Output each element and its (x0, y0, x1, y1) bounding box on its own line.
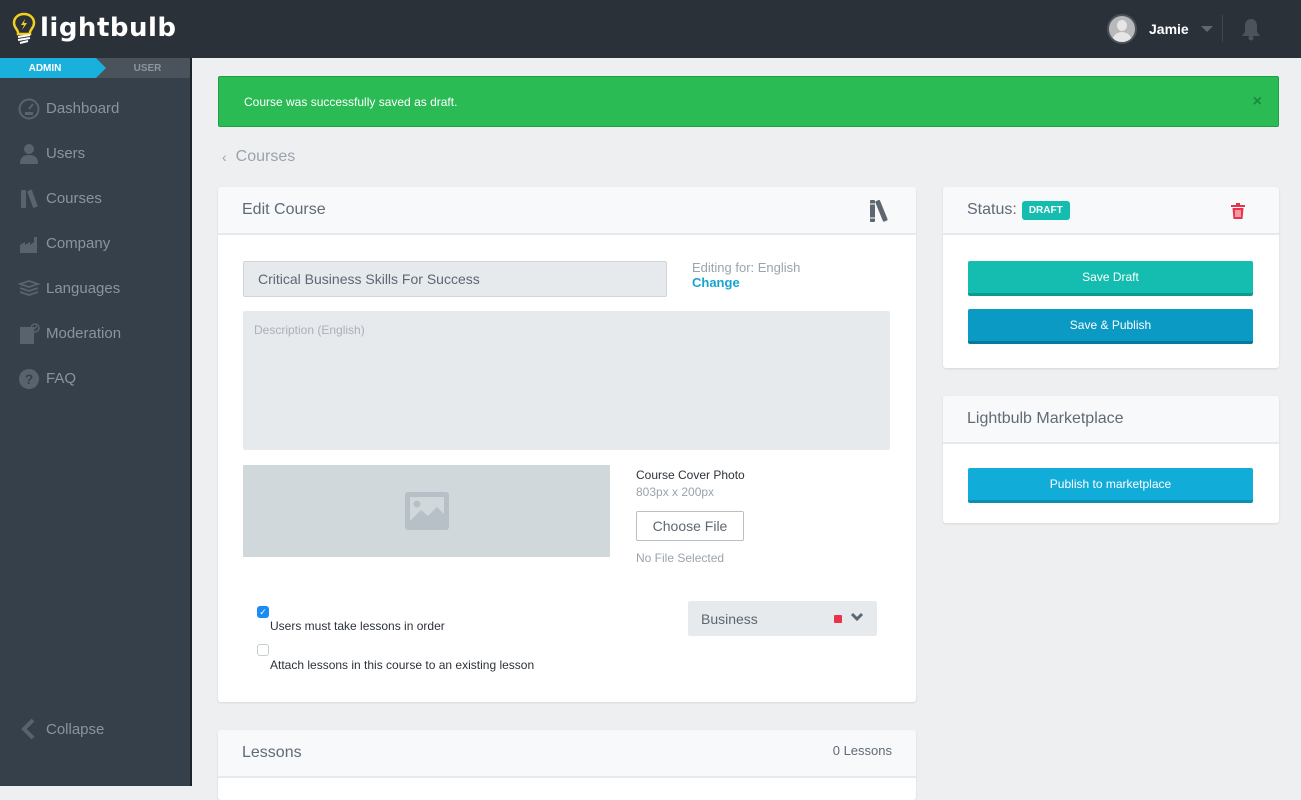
role-toggle[interactable]: ADMIN USER (0, 58, 191, 78)
breadcrumb-courses-link[interactable]: Courses (236, 148, 296, 166)
avatar[interactable] (1107, 14, 1137, 44)
sidebar-item-label: Dashboard (46, 100, 120, 117)
status-card: Status: DRAFT Save Draft Save & Publish (943, 187, 1279, 368)
chevron-left-icon (21, 718, 35, 740)
choose-file-button[interactable]: Choose File (636, 511, 744, 541)
factory-icon (18, 233, 40, 255)
sidebar-item-label: Moderation (46, 325, 122, 342)
top-bar: lightbulb Jamie (0, 0, 1301, 58)
books-icon (18, 188, 40, 210)
logo[interactable]: lightbulb (12, 12, 177, 44)
status-badge: DRAFT (1021, 200, 1070, 220)
change-language-link[interactable]: Change (692, 275, 740, 290)
card-title: Edit Course (242, 201, 326, 218)
cover-photo-preview (243, 465, 610, 557)
success-alert: Course was successfully saved as draft. … (218, 76, 1279, 127)
editing-language-label: Editing for: English (692, 260, 801, 275)
status-label: Status: (967, 201, 1017, 218)
svg-text:?: ? (25, 371, 34, 387)
dashboard-gauge-icon (18, 98, 40, 120)
user-icon (18, 143, 40, 165)
card-title: Lessons (242, 744, 302, 761)
sidebar-item-company[interactable]: Company (0, 221, 191, 266)
sidebar-item-courses[interactable]: Courses (0, 176, 191, 221)
collapse-button[interactable]: Collapse (20, 718, 104, 740)
edit-course-header: Edit Course (218, 187, 916, 235)
marketplace-header: Lightbulb Marketplace (943, 396, 1279, 444)
card-title: Lightbulb Marketplace (967, 410, 1124, 427)
sidebar-item-users[interactable]: Users (0, 131, 191, 176)
sidebar-item-faq[interactable]: ? FAQ (0, 356, 191, 401)
sidebar-item-label: Courses (46, 190, 102, 207)
lessons-header: Lessons 0 Lessons (218, 730, 916, 778)
category-selected-value: Business (701, 610, 758, 627)
publish-marketplace-button[interactable]: Publish to marketplace (968, 468, 1253, 503)
lessons-in-order-label: Users must take lessons in order (270, 619, 445, 633)
save-publish-button[interactable]: Save & Publish (968, 309, 1253, 344)
marketplace-card: Lightbulb Marketplace Publish to marketp… (943, 396, 1279, 523)
alert-message: Course was successfully saved as draft. (244, 94, 458, 109)
edit-course-card: Edit Course Editing for: English Change … (218, 187, 916, 702)
sidebar-item-languages[interactable]: Languages (0, 266, 191, 311)
user-name[interactable]: Jamie (1149, 21, 1189, 37)
books-icon (870, 199, 888, 222)
sidebar-item-label: Users (46, 145, 86, 162)
lessons-count: 0 Lessons (832, 743, 892, 758)
cover-photo-label: Course Cover Photo (636, 468, 745, 482)
role-user-tab[interactable]: USER (96, 58, 191, 78)
collapse-label: Collapse (46, 720, 105, 738)
user-menu[interactable]: Jamie (1107, 14, 1213, 44)
cover-photo-dimensions: 803px x 200px (636, 485, 715, 499)
lessons-card: Lessons 0 Lessons (218, 730, 916, 800)
sidebar-item-dashboard[interactable]: Dashboard (0, 86, 191, 131)
bell-icon[interactable] (1240, 17, 1262, 46)
save-draft-button[interactable]: Save Draft (968, 261, 1253, 296)
chevron-down-icon (850, 612, 864, 622)
chevron-left-icon: ‹ (222, 149, 227, 165)
sidebar-item-label: Company (46, 235, 111, 252)
status-header: Status: DRAFT (943, 187, 1279, 235)
sidebar-item-moderation[interactable]: Moderation (0, 311, 191, 356)
sidebar: ADMIN USER Dashboard Users Courses Compa… (0, 58, 191, 786)
moderation-icon (18, 322, 40, 345)
breadcrumb[interactable]: ‹ Courses (222, 148, 295, 166)
role-admin-tab[interactable]: ADMIN (0, 58, 106, 78)
no-file-label: No File Selected (636, 551, 725, 565)
course-title-input[interactable] (243, 261, 667, 297)
check-icon: ✓ (259, 606, 267, 617)
category-color-swatch (834, 615, 842, 623)
header-divider (1222, 15, 1223, 42)
logo-text: lightbulb (40, 13, 177, 43)
attach-lessons-label: Attach lessons in this course to an exis… (270, 658, 535, 672)
sidebar-item-label: FAQ (46, 370, 77, 387)
trash-icon[interactable] (1231, 203, 1245, 219)
sidebar-item-label: Languages (46, 280, 121, 297)
question-icon: ? (18, 368, 40, 390)
category-select[interactable]: Business (688, 601, 877, 636)
description-textarea[interactable] (243, 311, 890, 450)
attach-lessons-checkbox[interactable] (257, 644, 269, 656)
image-placeholder-icon (404, 492, 449, 530)
lessons-in-order-checkbox[interactable]: ✓ (257, 606, 269, 618)
sidebar-border (190, 58, 192, 786)
caret-down-icon[interactable] (1200, 26, 1213, 32)
lightbulb-logo-icon (12, 12, 36, 44)
sidebar-nav: Dashboard Users Courses Company Language… (0, 86, 191, 401)
layers-icon (18, 278, 40, 300)
close-icon[interactable]: × (1253, 93, 1262, 111)
